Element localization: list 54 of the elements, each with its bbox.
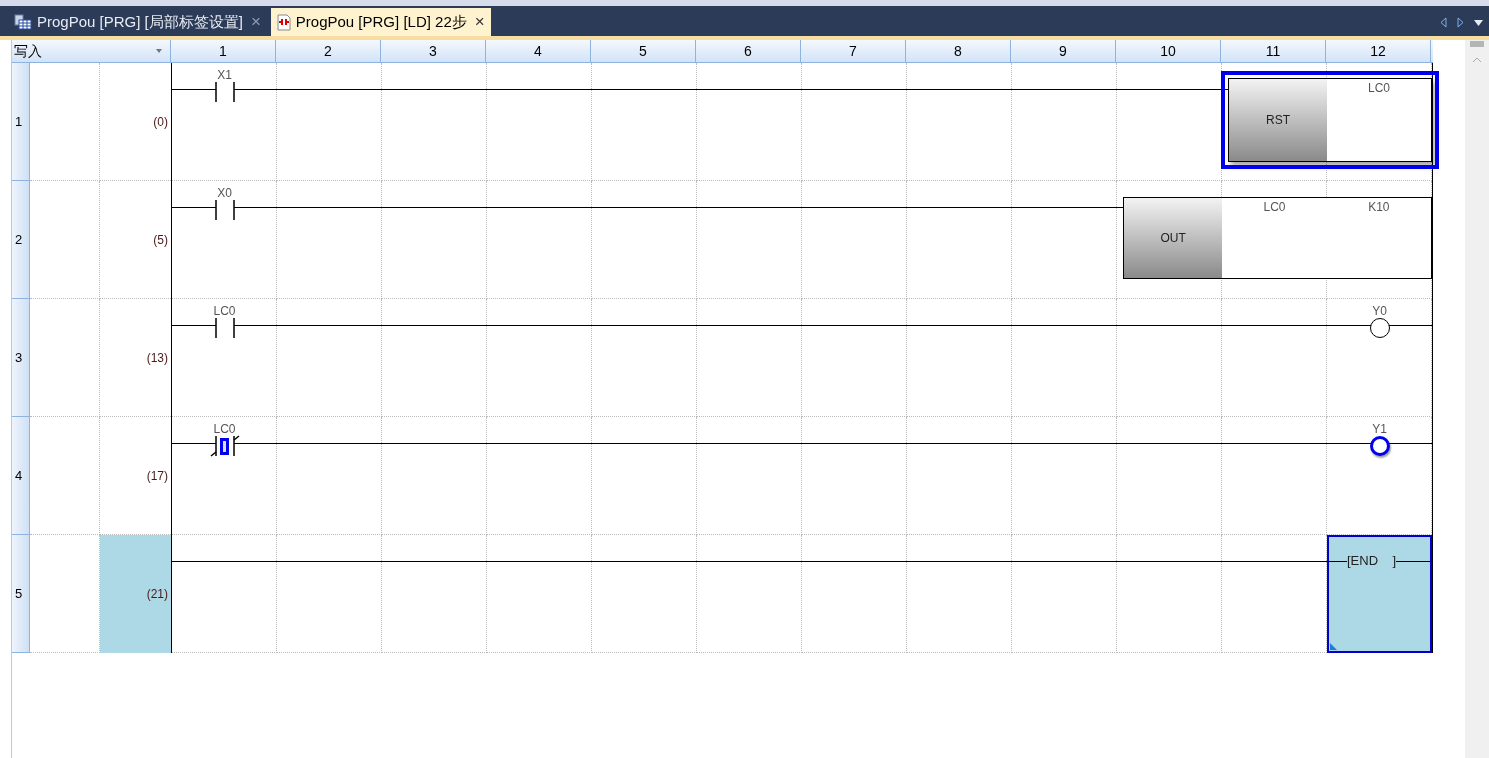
- coil-symbol[interactable]: [1369, 436, 1390, 456]
- contact-symbol[interactable]: [209, 435, 240, 457]
- column-header: 10: [1116, 40, 1221, 62]
- step-number-cell: (21): [100, 535, 171, 653]
- instruction-name: RST: [1229, 79, 1328, 161]
- column-header: 9: [1011, 40, 1116, 62]
- coil-symbol[interactable]: [1369, 318, 1390, 338]
- corner-triangle-icon: [1330, 643, 1337, 650]
- column-header: 6: [696, 40, 801, 62]
- end-instruction-cell[interactable]: [END ]: [1327, 535, 1432, 653]
- contact-label: LC0: [213, 423, 236, 436]
- caret-icon: [156, 49, 162, 53]
- editor-tab[interactable]: ProgPou [PRG] [局部标签设置] ×: [10, 8, 265, 36]
- vertical-scrollbar[interactable]: [1465, 40, 1489, 758]
- editor-tab[interactable]: ProgPou [PRG] [LD] 22步 ×: [270, 8, 491, 36]
- instruction-block[interactable]: OUT LC0 K10: [1123, 197, 1432, 279]
- tab-close-button[interactable]: ×: [474, 9, 485, 35]
- table-icon: [14, 14, 32, 30]
- instruction-name: OUT: [1124, 198, 1223, 278]
- step-number-cell: (13): [100, 299, 171, 417]
- column-header: 5: [591, 40, 696, 62]
- row-header: 2: [12, 181, 30, 299]
- tab-label: ProgPou [PRG] [LD] 22步: [295, 11, 467, 32]
- mode-selector[interactable]: 写入: [12, 40, 171, 62]
- operand-label: LC0: [1263, 200, 1286, 216]
- operand-label: K10: [1368, 200, 1390, 216]
- column-header: 7: [801, 40, 906, 62]
- column-header: 4: [486, 40, 591, 62]
- ladder-document-icon: [276, 13, 291, 31]
- scroll-right-icon[interactable]: [1457, 17, 1464, 28]
- column-header: 11: [1221, 40, 1326, 62]
- column-header: 12: [1326, 40, 1431, 62]
- column-header: 1: [171, 40, 276, 62]
- contact-label: LC0: [213, 305, 236, 318]
- row-header: 3: [12, 299, 30, 417]
- row-header: 4: [12, 417, 30, 535]
- column-header: 8: [906, 40, 1011, 62]
- scroll-left-icon[interactable]: [1440, 17, 1447, 28]
- dropdown-icon[interactable]: [1474, 19, 1483, 26]
- scrollbar-thumb[interactable]: [1470, 41, 1484, 47]
- operand-label: LC0: [1368, 81, 1390, 97]
- coil-label: Y0: [1372, 305, 1387, 318]
- column-header: 2: [276, 40, 381, 62]
- end-instruction: [END ]: [1347, 553, 1397, 569]
- step-number-cell: (0): [100, 63, 171, 181]
- row-header: 5: [12, 535, 30, 653]
- tab-close-button[interactable]: ×: [250, 9, 261, 35]
- coil-label: Y1: [1372, 423, 1387, 436]
- row-header: 1: [12, 63, 30, 181]
- contact-label: X0: [217, 187, 232, 200]
- step-number-cell: (5): [100, 181, 171, 299]
- tab-label: ProgPou [PRG] [局部标签设置]: [37, 11, 243, 32]
- contact-label: X1: [217, 69, 232, 82]
- column-header: 3: [381, 40, 486, 62]
